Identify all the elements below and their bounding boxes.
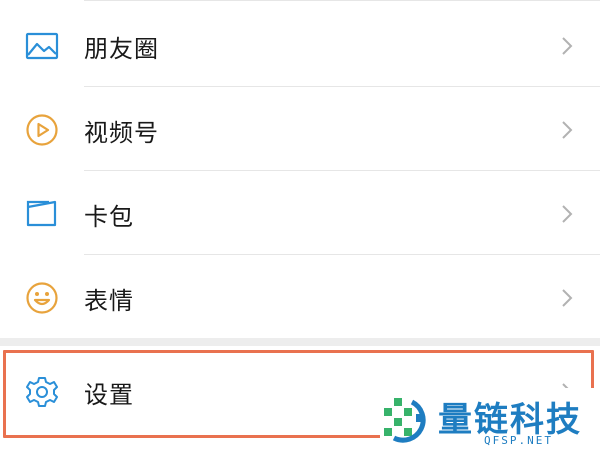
divider xyxy=(84,86,600,87)
chevron-right-icon xyxy=(562,121,573,139)
menu-item-label: 设置 xyxy=(84,380,134,409)
chevron-right-icon xyxy=(562,37,573,55)
menu-item-label: 朋友圈 xyxy=(84,34,159,63)
sticker-smile-icon xyxy=(24,280,60,316)
divider xyxy=(84,254,600,255)
chevron-right-icon xyxy=(562,205,573,223)
channels-play-icon xyxy=(24,112,60,148)
menu-item-label: 表情 xyxy=(84,286,134,315)
menu-item-stickers[interactable]: 表情 xyxy=(0,256,600,340)
watermark-logo-icon xyxy=(384,398,426,443)
divider xyxy=(84,0,600,1)
divider xyxy=(84,170,600,171)
menu-group: 朋友圈 视频号 卡包 表情 xyxy=(0,0,600,338)
menu-item-moments[interactable]: 朋友圈 xyxy=(0,4,600,88)
menu-item-card-wallet[interactable]: 卡包 xyxy=(0,172,600,256)
menu-item-label: 视频号 xyxy=(84,118,159,147)
watermark: 量链科技 QFSP.NET xyxy=(380,388,600,450)
watermark-subtitle: QFSP.NET xyxy=(484,434,553,447)
chevron-right-icon xyxy=(562,289,573,307)
moments-image-icon xyxy=(24,28,60,64)
menu-item-channels[interactable]: 视频号 xyxy=(0,88,600,172)
menu-item-label: 卡包 xyxy=(84,202,134,231)
card-wallet-icon xyxy=(24,196,60,232)
gear-icon xyxy=(24,374,60,410)
